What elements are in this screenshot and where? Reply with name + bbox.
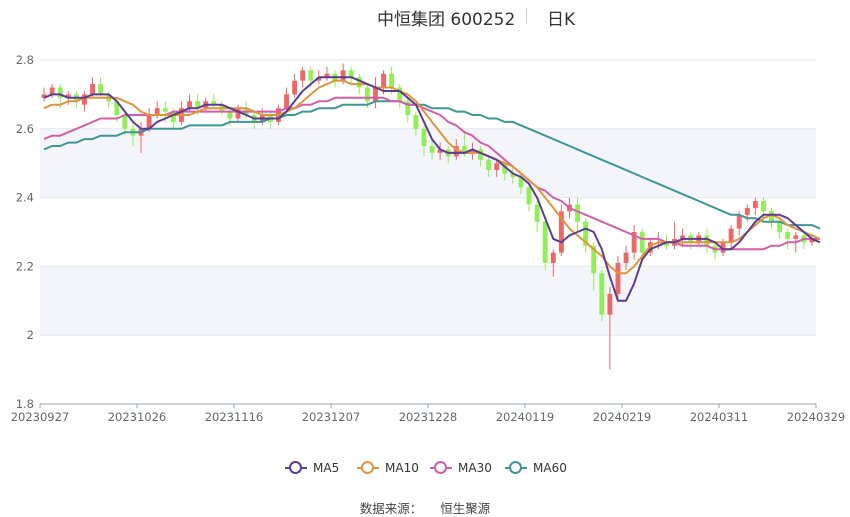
legend-ma60-swatch (505, 461, 527, 474)
plot-band (40, 128, 816, 198)
candle-body (534, 204, 540, 222)
y-tick-label: 2 (27, 328, 34, 342)
candle-body (542, 221, 548, 263)
candle-body (728, 228, 734, 243)
legend-item-ma10[interactable]: MA10 (357, 458, 419, 478)
x-tick-label: 20231116 (205, 410, 264, 424)
legend-ma5-label: MA5 (313, 461, 340, 475)
source-value: 恒生聚源 (440, 501, 491, 516)
x-tick-label: 20240311 (690, 410, 749, 424)
candle-body (744, 207, 750, 215)
legend-ma60-label: MA60 (533, 461, 567, 475)
x-tick-label: 20231207 (302, 410, 361, 424)
plot-band (40, 266, 816, 336)
candle-body (373, 87, 378, 102)
legend-ma30-label: MA30 (458, 461, 492, 475)
candle-body (486, 159, 492, 171)
candle-body (98, 84, 104, 95)
candle-body (389, 73, 395, 88)
candle-body (292, 80, 298, 95)
candle-body (615, 262, 621, 294)
x-tick-label: 20230927 (11, 410, 70, 424)
candle-body (381, 73, 386, 88)
candle-body (162, 108, 168, 112)
candle-body (340, 70, 346, 81)
legend-item-ma60[interactable]: MA60 (505, 458, 567, 478)
candle-body (227, 111, 233, 119)
candle-body (364, 87, 370, 102)
candle-body (793, 235, 799, 239)
candle-body (90, 84, 95, 95)
candle-body (639, 232, 645, 253)
candle-body (308, 70, 314, 81)
candle-body (623, 252, 629, 263)
candle-body (122, 115, 128, 129)
candle-body (526, 187, 532, 205)
legend-ma30-swatch (430, 461, 452, 474)
candle-body (284, 94, 289, 109)
candle-body (736, 214, 742, 229)
candle-body (761, 201, 766, 212)
y-tick-label: 2.6 (16, 122, 34, 136)
x-tick-label: 20240219 (593, 410, 652, 424)
y-tick-label: 1.8 (16, 397, 34, 411)
candle-body (429, 146, 435, 153)
source-label: 数据来源： (359, 501, 423, 516)
x-tick-label: 20231026 (108, 410, 167, 424)
legend-item-ma30[interactable]: MA30 (430, 458, 492, 478)
legend-ma10-swatch (357, 461, 379, 474)
candlestick-chart: 1.8 2 2.2 2.4 2.6 2.8 20230927 20231026 20231116… (11, 53, 846, 424)
candle-body (752, 201, 758, 208)
y-tick-label: 2.8 (16, 53, 34, 67)
legend-ma10-label: MA10 (385, 461, 419, 475)
x-tick-label: 20240329 (787, 410, 846, 424)
candle-body (413, 115, 419, 129)
candle-body (300, 70, 306, 81)
y-tick-label: 2.4 (16, 191, 34, 205)
candle-body (785, 232, 791, 239)
candle-body (550, 252, 556, 263)
legend-ma5-swatch (285, 461, 307, 474)
data-source: 数据来源： 恒生聚源 (0, 498, 850, 517)
candle-body (421, 128, 427, 146)
candle-body (494, 163, 500, 171)
candle-body (607, 293, 613, 315)
candle-body (187, 101, 192, 109)
chart-legend: MA5 MA10 MA30 MA60 (0, 458, 850, 478)
candle-body (57, 87, 63, 98)
candle-body (49, 87, 55, 95)
legend-item-ma5[interactable]: MA5 (285, 458, 339, 478)
y-tick-label: 2.2 (16, 259, 34, 273)
candle-body (348, 70, 354, 78)
x-tick-label: 20240119 (496, 410, 555, 424)
candle-body (599, 273, 605, 315)
x-tick-label: 20231228 (399, 410, 458, 424)
